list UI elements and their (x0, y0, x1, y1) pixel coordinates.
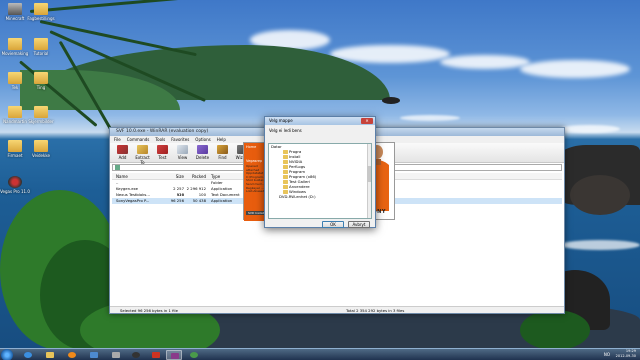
column-size[interactable]: Size (166, 173, 186, 179)
mail-icon (90, 352, 98, 358)
status-bar: Selected 96 256 bytes in 1 file Total 2 … (110, 306, 564, 313)
view-button[interactable]: View (174, 145, 191, 160)
dialog-prompt: Velg ei ledi bens (269, 128, 302, 133)
desktop-icon-folder[interactable]: Skjermbilder (26, 106, 56, 124)
settings-icon (112, 352, 120, 358)
desktop-icon-vegas[interactable]: Vegas Pro 11.0 (0, 176, 30, 194)
taskbar: NO 19:29 2012-09-30 (0, 348, 640, 360)
media-player-icon (68, 352, 76, 358)
folder-icon (8, 72, 22, 84)
folder-icon (8, 38, 22, 50)
taskbar-app[interactable] (108, 350, 124, 360)
desktop-icon-folder[interactable]: Veidekke (26, 140, 56, 158)
delete-button[interactable]: Delete (194, 145, 211, 160)
taskbar-app-active[interactable] (166, 350, 182, 360)
installer-tab-home[interactable]: Home (244, 143, 266, 151)
foliage (520, 310, 590, 348)
explorer-icon (46, 352, 54, 358)
menu-commands[interactable]: Commands (127, 136, 150, 143)
browse-folder-dialog: Velg mappe ✕ Velg ei ledi bens Datar Pro… (264, 116, 376, 228)
delete-icon (197, 145, 208, 154)
extract-icon (137, 145, 148, 154)
status-total: Total 2 354 292 bytes in 3 files (346, 308, 405, 313)
folder-icon (34, 140, 48, 152)
add-button[interactable]: Add (114, 145, 131, 160)
add-icon (117, 145, 128, 154)
cloud (440, 55, 530, 69)
taskbar-app[interactable] (128, 350, 144, 360)
folder-icon (8, 140, 22, 152)
up-folder-icon[interactable] (115, 165, 120, 170)
rock (382, 97, 400, 104)
view-icon (177, 145, 188, 154)
tree-scrollbar[interactable] (367, 144, 371, 218)
vegas-pro-icon (8, 176, 22, 188)
status-selected: Selected 96 256 bytes in 1 file (120, 308, 178, 313)
chrome-icon (190, 352, 198, 358)
find-button[interactable]: Find (214, 145, 231, 160)
tree-folder[interactable]: Windows (269, 189, 371, 194)
column-name[interactable]: Name (112, 173, 166, 179)
desktop-icon-folder[interactable]: Tutorial (26, 38, 56, 56)
wave-foam (560, 240, 640, 250)
cancel-button[interactable]: Avbryt (348, 221, 370, 228)
vegas-icon (152, 352, 160, 358)
test-icon (157, 145, 168, 154)
menu-options[interactable]: Options (195, 136, 210, 143)
menu-favorites[interactable]: Favorites (171, 136, 189, 143)
taskbar-app[interactable] (64, 350, 80, 360)
folder-icon (34, 106, 48, 118)
menu-file[interactable]: File (114, 136, 121, 143)
folder-icon (34, 38, 48, 50)
desktop-icon-folder[interactable]: Ting (26, 72, 56, 90)
close-button[interactable]: ✕ (361, 118, 373, 124)
rock (570, 175, 630, 215)
wave-foam (400, 115, 460, 121)
taskbar-app[interactable] (86, 350, 102, 360)
find-icon (217, 145, 228, 154)
test-button[interactable]: Test (154, 145, 171, 160)
wave-foam (560, 125, 620, 133)
cloud (520, 60, 630, 78)
column-packed[interactable]: Packed (186, 173, 208, 179)
taskbar-app[interactable] (186, 350, 202, 360)
winrar-icon (171, 353, 179, 359)
folder-icon (34, 72, 48, 84)
minecraft-icon (8, 3, 22, 15)
desktop-icon-folder[interactable]: Fagbestillings (26, 3, 56, 21)
steam-icon (132, 352, 140, 358)
dialog-title[interactable]: Velg mappe (265, 117, 375, 125)
close-icon: ✕ (365, 118, 369, 123)
ok-button[interactable]: OK (322, 221, 344, 228)
menu-tools[interactable]: Tools (155, 136, 165, 143)
folder-icon (8, 106, 22, 118)
start-button[interactable] (1, 349, 13, 360)
extract-to-button[interactable]: Extract To (134, 145, 151, 165)
taskbar-app[interactable] (148, 350, 164, 360)
clock[interactable]: 19:29 2012-09-30 (616, 349, 636, 360)
language-indicator[interactable]: NO (604, 352, 610, 357)
taskbar-app[interactable] (42, 350, 58, 360)
folder-icon (34, 3, 48, 15)
column-type[interactable]: Type (208, 173, 248, 179)
menu-help[interactable]: Help (217, 136, 226, 143)
ie-icon (24, 352, 32, 358)
scrollbar-thumb[interactable] (367, 166, 371, 182)
tree-drive[interactable]: DVD-RW-enhet (D:) (269, 194, 371, 199)
taskbar-app[interactable] (20, 350, 36, 360)
folder-tree[interactable]: Datar Progra Install NVIDIA PerfLogs Pro… (268, 143, 372, 219)
